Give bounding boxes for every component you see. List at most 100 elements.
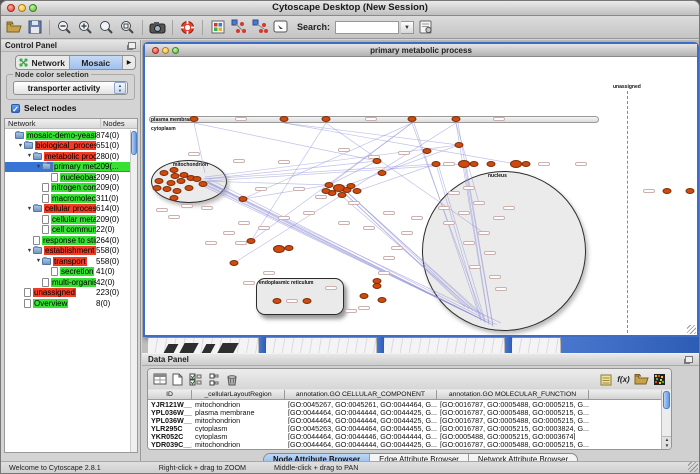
gene-node[interactable] bbox=[432, 161, 441, 167]
notepad-icon[interactable] bbox=[598, 372, 613, 387]
open-file-icon[interactable] bbox=[4, 18, 23, 37]
node-label-pill[interactable] bbox=[478, 231, 490, 235]
gene-node[interactable] bbox=[160, 170, 169, 176]
table-cell[interactable]: cytoplasm bbox=[192, 424, 285, 432]
matrix-heatmap-icon[interactable] bbox=[652, 372, 667, 387]
node-label-pill[interactable] bbox=[286, 299, 298, 303]
tree-row-macromolecule[interactable]: macromolecule311(0) bbox=[5, 193, 130, 204]
select-attributes-icon[interactable] bbox=[188, 372, 203, 387]
table-cell[interactable]: mitochondrion bbox=[192, 416, 285, 424]
node-label-pill[interactable] bbox=[378, 271, 390, 275]
minimize-button[interactable] bbox=[18, 4, 26, 12]
expand-collapse-icon[interactable]: ▼ bbox=[35, 164, 42, 170]
table-row[interactable]: YPL036W__1mitochondrion[GO:0044464, GO:0… bbox=[148, 416, 661, 424]
node-label-pill[interactable] bbox=[223, 231, 235, 235]
table-cell[interactable]: [GO:0016787, GO:0005488, GO:0005215, G..… bbox=[437, 408, 589, 416]
gene-node[interactable] bbox=[155, 178, 164, 184]
gene-node[interactable] bbox=[408, 116, 417, 122]
node-label-pill[interactable] bbox=[235, 241, 247, 245]
gene-node[interactable] bbox=[177, 178, 186, 184]
gene-node[interactable] bbox=[373, 158, 382, 164]
close-button[interactable] bbox=[7, 4, 15, 12]
gene-node[interactable] bbox=[239, 196, 248, 202]
tree-row-nucleobase-[interactable]: nucleobase-209(0) bbox=[5, 172, 130, 183]
node-label-pill[interactable] bbox=[411, 216, 423, 220]
gene-node[interactable] bbox=[373, 283, 382, 289]
gene-node[interactable] bbox=[353, 188, 362, 194]
node-label-pill[interactable] bbox=[458, 211, 470, 215]
column-header-1[interactable]: _cellularLayoutRegion bbox=[192, 390, 285, 400]
gene-node[interactable] bbox=[163, 186, 172, 192]
tab-mosaic[interactable]: Mosaic bbox=[70, 56, 124, 69]
gene-node[interactable] bbox=[185, 185, 194, 191]
node-label-pill[interactable] bbox=[205, 241, 217, 245]
table-scrollbar[interactable]: ▲▼ bbox=[661, 390, 671, 449]
tree-row-overview[interactable]: Overview8(0) bbox=[5, 298, 130, 309]
gene-node[interactable] bbox=[663, 188, 672, 194]
gene-node[interactable] bbox=[322, 188, 331, 194]
column-header-2[interactable]: annotation.GO CELLULAR_COMPONENT bbox=[285, 390, 437, 400]
table-row[interactable]: YKR052Ccytoplasm[GO:0044464, GO:0044446,… bbox=[148, 432, 661, 440]
new-attribute-icon[interactable] bbox=[170, 372, 185, 387]
column-header-3[interactable]: annotation.GO MOLECULAR_FUNCTION bbox=[437, 390, 589, 400]
table-cell[interactable]: YPL036W__1 bbox=[148, 416, 192, 424]
gene-node[interactable] bbox=[455, 142, 464, 148]
search-input[interactable] bbox=[335, 21, 399, 34]
network-window-titlebar[interactable]: primary metabolic process bbox=[145, 44, 697, 57]
table-cell[interactable]: mitochondrion bbox=[192, 440, 285, 448]
background-window[interactable] bbox=[266, 337, 376, 353]
table-cell[interactable]: cytoplasm bbox=[192, 432, 285, 440]
zoom-in-icon[interactable] bbox=[76, 18, 95, 37]
node-label-pill[interactable] bbox=[303, 211, 315, 215]
gene-node[interactable] bbox=[378, 170, 387, 176]
node-label-pill[interactable] bbox=[235, 117, 247, 121]
zoom-button[interactable] bbox=[29, 4, 37, 12]
tree-row-mosaic-demo-yeast[interactable]: mosaic-demo-yeast874(0) bbox=[5, 130, 130, 141]
gene-node[interactable] bbox=[247, 238, 256, 244]
node-label-pill[interactable] bbox=[345, 309, 357, 313]
gene-node[interactable] bbox=[199, 181, 208, 187]
table-cell[interactable]: [GO:0016787, GO:0005488, GO:0005215, G..… bbox=[437, 416, 589, 424]
gene-node[interactable] bbox=[522, 161, 531, 167]
tree-row-primary-metabo[interactable]: ▼primary metabo209(... bbox=[5, 162, 130, 173]
expand-collapse-icon[interactable]: ▼ bbox=[35, 258, 42, 264]
table-cell[interactable]: [GO:0044464, GO:0044444, GO:0044425, G..… bbox=[285, 416, 437, 424]
background-window[interactable] bbox=[384, 337, 504, 353]
node-label-pill[interactable] bbox=[168, 215, 180, 219]
save-session-icon[interactable] bbox=[25, 18, 44, 37]
node-label-pill[interactable] bbox=[463, 186, 475, 190]
gene-node[interactable] bbox=[470, 161, 479, 167]
table-cell[interactable] bbox=[589, 440, 666, 448]
gene-node[interactable] bbox=[170, 195, 179, 201]
table-cell[interactable]: [GO:0016787, GO:0005488, GO:0005215, G..… bbox=[437, 440, 589, 448]
gene-node[interactable] bbox=[360, 293, 369, 299]
node-label-pill[interactable] bbox=[484, 251, 496, 255]
search-dropdown-arrow[interactable]: ▼ bbox=[401, 21, 414, 34]
node-label-pill[interactable] bbox=[398, 151, 410, 155]
table-cell[interactable] bbox=[589, 424, 666, 432]
table-cell[interactable]: [GO:0044464, GO:0044444, GO:0044425, G..… bbox=[285, 440, 437, 448]
table-cell[interactable]: YPL036W__2 bbox=[148, 408, 192, 416]
table-cell[interactable] bbox=[589, 408, 666, 416]
network-window-minimize-button[interactable] bbox=[162, 47, 169, 54]
gene-node[interactable] bbox=[173, 188, 182, 194]
table-cell[interactable]: [GO:0005488, GO:0005215, GO:0003674] bbox=[437, 432, 589, 440]
tree-scrollbar-thumb[interactable] bbox=[131, 131, 137, 155]
tree-row-cellular-process[interactable]: ▼cellular process614(0) bbox=[5, 204, 130, 215]
attribute-table-icon[interactable] bbox=[152, 372, 167, 387]
node-label-pill[interactable] bbox=[278, 216, 290, 220]
gene-node[interactable] bbox=[285, 245, 294, 251]
node-label-pill[interactable] bbox=[358, 306, 370, 310]
node-label-pill[interactable] bbox=[243, 281, 255, 285]
gene-node[interactable] bbox=[273, 245, 285, 253]
float-panel-icon[interactable] bbox=[128, 42, 136, 49]
table-row[interactable]: YPL036W__2plasma membrane[GO:0044464, GO… bbox=[148, 408, 661, 416]
tree-row-unassigned[interactable]: unassigned223(0) bbox=[5, 288, 130, 299]
network-view-window[interactable]: primary metabolic process plasma membran… bbox=[143, 42, 699, 337]
node-label-pill[interactable] bbox=[383, 256, 395, 260]
network-window-zoom-button[interactable] bbox=[172, 47, 179, 54]
node-label-pill[interactable] bbox=[463, 241, 475, 245]
gene-node[interactable] bbox=[338, 192, 347, 198]
tree-row-cell-communicat[interactable]: cell communicat22(0) bbox=[5, 225, 130, 236]
tree-row-transport[interactable]: ▼transport558(0) bbox=[5, 256, 130, 267]
